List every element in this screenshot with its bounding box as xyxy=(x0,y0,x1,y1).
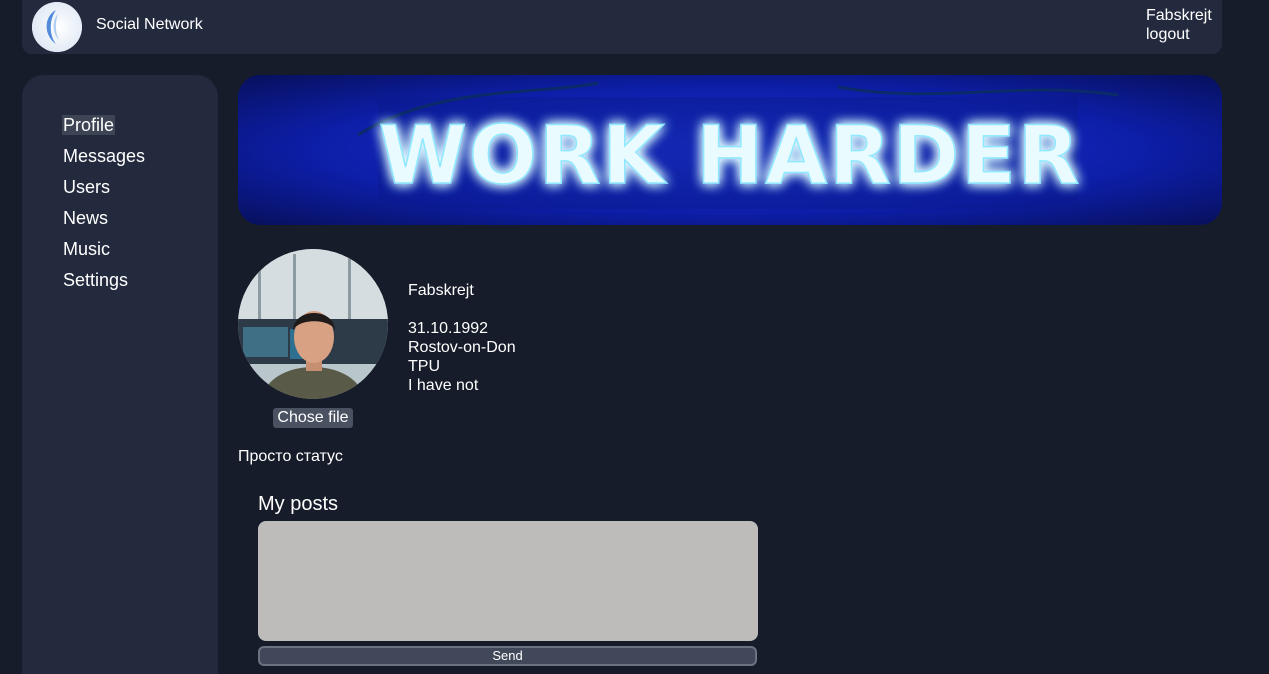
profile-avatar xyxy=(238,249,388,399)
sidebar-item-profile[interactable]: Profile xyxy=(62,115,146,146)
sidebar-item-label: Settings xyxy=(63,270,129,290)
sidebar-item-label: Profile xyxy=(62,115,116,135)
sidebar-item-users[interactable]: Users xyxy=(62,177,146,208)
logout-link[interactable]: logout xyxy=(1146,25,1212,44)
app-title: Social Network xyxy=(96,16,203,33)
sidebar-item-label: Music xyxy=(63,239,111,259)
sidebar-nav: Profile Messages Users News Music Settin… xyxy=(62,115,146,301)
sidebar-item-news[interactable]: News xyxy=(62,208,146,239)
profile-extra: I have not xyxy=(408,377,479,394)
sidebar-item-messages[interactable]: Messages xyxy=(62,146,146,177)
sidebar-item-settings[interactable]: Settings xyxy=(62,270,146,301)
profile-status[interactable]: Просто статус xyxy=(238,448,343,466)
profile-info: Fabskrejt 31.10.1992 Rostov-on-Don TPU I… xyxy=(408,281,516,395)
profile-banner: WORK HARDER xyxy=(238,75,1222,225)
username-link[interactable]: Fabskrejt xyxy=(1146,6,1212,25)
sidebar-item-music[interactable]: Music xyxy=(62,239,146,270)
banner-text: WORK HARDER xyxy=(379,109,1082,202)
profile-birth-date: 31.10.1992 xyxy=(408,320,489,337)
sidebar-item-label: Users xyxy=(63,177,111,197)
sidebar: Profile Messages Users News Music Settin… xyxy=(22,75,218,674)
profile-name: Fabskrejt xyxy=(408,282,474,299)
send-button[interactable]: Send xyxy=(258,646,757,666)
chose-file-button[interactable]: Chose file xyxy=(273,408,353,428)
profile-city: Rostov-on-Don xyxy=(408,339,516,356)
sidebar-item-label: Messages xyxy=(63,146,146,166)
header-bar: Social Network Fabskrejt logout xyxy=(22,0,1222,54)
user-block: Fabskrejt logout xyxy=(1146,6,1212,44)
profile-education: TPU xyxy=(408,358,440,375)
sidebar-item-label: News xyxy=(63,208,109,228)
new-post-input[interactable] xyxy=(258,521,758,641)
posts-title: My posts xyxy=(258,493,339,515)
app-logo[interactable] xyxy=(32,2,82,52)
